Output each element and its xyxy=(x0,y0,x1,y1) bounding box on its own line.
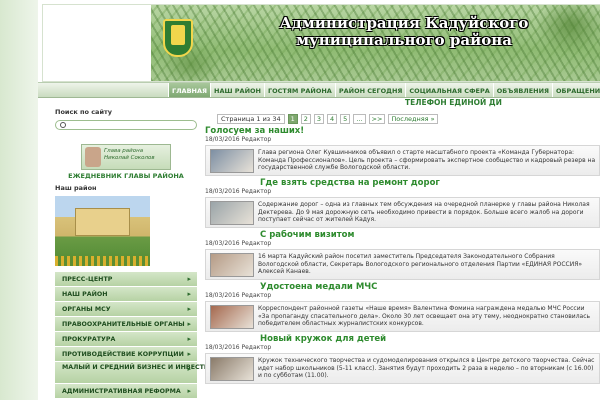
chevron-right-icon: ▸ xyxy=(187,275,191,283)
search-icon[interactable] xyxy=(60,122,66,128)
news-text: Корреспондент районной газеты «Наше врем… xyxy=(258,305,591,327)
news-text: 16 марта Кадуйский район посетил замести… xyxy=(258,253,583,275)
side-menu: ПРЕСС-ЦЕНТР ▸ НАШ РАЙОН ▸ ОРГАНЫ МСУ ▸ ПРАВООХ… xyxy=(55,272,226,399)
page-link[interactable]: 4 xyxy=(327,113,338,124)
side-menu-label: НАШ РАЙОН xyxy=(62,291,108,298)
page-link[interactable]: ... xyxy=(353,113,366,124)
chevron-right-icon: ▸ xyxy=(187,305,191,313)
news-item: Удостоена медали МЧС 18/03/2016 Редактор К… xyxy=(205,282,600,332)
ticker-text: ТЕЛЕФОН ЕДИНОЙ ДИ xyxy=(405,98,502,107)
news-text: Глава региона Олег Кувшинников объявил о… xyxy=(258,149,596,171)
pagination: Страница 1 из 34 1 2 3 4 5... >> Последняя » xyxy=(217,113,600,124)
head-of-district-banner[interactable]: Глава района Николай Соколов xyxy=(81,144,171,170)
side-menu-item[interactable]: МАЛЫЙ И СРЕДНИЙ БИЗНЕС И ИНВЕСТИЦИИ ▸ xyxy=(55,362,226,384)
region-photo[interactable] xyxy=(55,196,150,266)
side-menu-label: ПРОКУРАТУРА xyxy=(62,336,116,343)
page-counter: Страница 1 из 34 xyxy=(217,113,285,124)
site-title: Администрация Кадуйского муниципального … xyxy=(279,14,529,49)
nav-item[interactable]: ОБЪЯВЛЕНИЯ xyxy=(492,83,552,97)
head-banner-text: Глава района Николай Соколов xyxy=(104,148,155,161)
nav-item[interactable]: ГОСТЯМ РАЙОНА xyxy=(263,83,335,97)
side-menu-item[interactable]: НАШ РАЙОН ▸ xyxy=(55,287,197,302)
side-menu-label: ПРЕСС-ЦЕНТР xyxy=(62,276,113,283)
news-text: Кружок технического творчества и судомод… xyxy=(258,357,595,379)
news-title[interactable]: Новый кружок для детей xyxy=(260,334,600,344)
nav-item[interactable]: ОБРАЩЕНИЯ ГРАЖДАН xyxy=(552,83,600,97)
news-list: Голосуем за наших! 18/03/2016 Редактор Гла… xyxy=(205,126,600,384)
news-meta: 18/03/2016 Редактор xyxy=(205,188,272,195)
nav-item[interactable]: РАЙОН СЕГОДНЯ xyxy=(334,83,406,97)
side-menu-label: ОРГАНЫ МСУ xyxy=(62,306,111,313)
side-menu-item[interactable]: ОРГАНЫ МСУ ▸ xyxy=(55,302,197,317)
side-menu-item[interactable]: ПРОТИВОДЕЙСТВИЕ КОРРУПЦИИ ▸ xyxy=(55,347,197,362)
news-body: Содержание дорог – одна из главных тем о… xyxy=(205,197,600,228)
page-link[interactable]: >> xyxy=(368,113,386,124)
news-meta: 18/03/2016 Редактор xyxy=(205,292,272,299)
page-link[interactable]: 5 xyxy=(340,113,351,124)
news-body: Корреспондент районной газеты «Наше врем… xyxy=(205,301,600,332)
chevron-right-icon: ▸ xyxy=(187,290,191,298)
header-banner: Администрация Кадуйского муниципального … xyxy=(151,5,600,81)
side-menu-item[interactable]: ПРЕСС-ЦЕНТР ▸ xyxy=(55,272,197,287)
news-body: 16 марта Кадуйский район посетил замести… xyxy=(205,249,600,280)
search-label: Поиск по сайту xyxy=(55,108,113,116)
side-menu-item[interactable]: ПРОКУРАТУРА ▸ xyxy=(55,332,197,347)
news-item: Новый кружок для детей 18/03/2016 Редакто… xyxy=(205,334,600,384)
side-menu-label: МАЛЫЙ И СРЕДНИЙ БИЗНЕС И ИНВЕСТИЦИИ xyxy=(62,364,226,371)
chevron-right-icon: ▸ xyxy=(187,365,191,373)
side-menu-item[interactable]: ПРАВООХРАНИТЕЛЬНЫЕ ОРГАНЫ ▸ xyxy=(55,317,197,332)
nav-item[interactable]: ГЛАВНАЯ xyxy=(168,83,211,97)
sidebar: Поиск по сайту Глава района Николай Сокол… xyxy=(55,108,226,399)
nav-item[interactable]: СОЦИАЛЬНАЯ СФЕРА xyxy=(405,83,492,97)
news-thumbnail[interactable] xyxy=(210,357,254,381)
news-item: Голосуем за наших! 18/03/2016 Редактор Гла… xyxy=(205,126,600,176)
page-link[interactable]: 3 xyxy=(313,113,325,124)
diary-link[interactable]: ЕЖЕДНЕВНИК ГЛАВЫ РАЙОНА xyxy=(55,172,197,180)
news-meta: 18/03/2016 Редактор xyxy=(205,344,272,351)
main-content: Страница 1 из 34 1 2 3 4 5... >> Последняя » Г… xyxy=(205,113,600,384)
last-page-link[interactable]: Последняя » xyxy=(388,113,438,124)
chevron-right-icon: ▸ xyxy=(187,320,191,328)
news-body: Глава региона Олег Кувшинников объявил о… xyxy=(205,145,600,176)
side-menu-item[interactable]: АДМИНИСТРАТИВНАЯ РЕФОРМА ▸ xyxy=(55,384,197,399)
news-text: Содержание дорог – одна из главных тем о… xyxy=(258,201,590,223)
page-link[interactable]: 2 xyxy=(300,113,311,124)
chevron-right-icon: ▸ xyxy=(187,335,191,343)
side-menu-label: ПРОТИВОДЕЙСТВИЕ КОРРУПЦИИ xyxy=(62,351,184,358)
page: Администрация Кадуйского муниципального … xyxy=(0,0,600,400)
chevron-right-icon: ▸ xyxy=(187,350,191,358)
news-thumbnail[interactable] xyxy=(210,305,254,329)
news-item: Где взять средства на ремонт дорог 18/03/… xyxy=(205,178,600,228)
site-header: Администрация Кадуйского муниципального … xyxy=(42,4,600,82)
region-label: Наш район xyxy=(55,184,97,192)
news-meta: 18/03/2016 Редактор xyxy=(205,136,272,143)
news-title[interactable]: Удостоена медали МЧС xyxy=(260,282,600,292)
news-title[interactable]: С рабочим визитом xyxy=(260,230,600,240)
head-photo xyxy=(85,147,101,167)
news-title[interactable]: Голосуем за наших! xyxy=(205,126,600,136)
side-menu-label: ПРАВООХРАНИТЕЛЬНЫЕ ОРГАНЫ xyxy=(62,321,185,328)
news-thumbnail[interactable] xyxy=(210,253,254,277)
news-meta: 18/03/2016 Редактор xyxy=(205,240,272,247)
coat-of-arms-icon xyxy=(163,19,193,57)
news-title[interactable]: Где взять средства на ремонт дорог xyxy=(260,178,600,188)
search-input[interactable] xyxy=(55,120,197,130)
news-body: Кружок технического творчества и судомод… xyxy=(205,353,600,384)
news-item: С рабочим визитом 18/03/2016 Редактор 16 м… xyxy=(205,230,600,280)
news-thumbnail[interactable] xyxy=(210,201,254,225)
top-nav: ГЛАВНАЯ НАШ РАЙОН ГОСТЯМ РАЙОНА РАЙОН СЕГОД… xyxy=(38,82,600,98)
left-decor-strip xyxy=(0,0,38,400)
side-menu-label: АДМИНИСТРАТИВНАЯ РЕФОРМА xyxy=(62,388,181,395)
nav-item[interactable]: НАШ РАЙОН xyxy=(210,83,264,97)
chevron-right-icon: ▸ xyxy=(187,387,191,395)
page-link[interactable]: 1 xyxy=(287,113,298,124)
news-thumbnail[interactable] xyxy=(210,149,254,173)
